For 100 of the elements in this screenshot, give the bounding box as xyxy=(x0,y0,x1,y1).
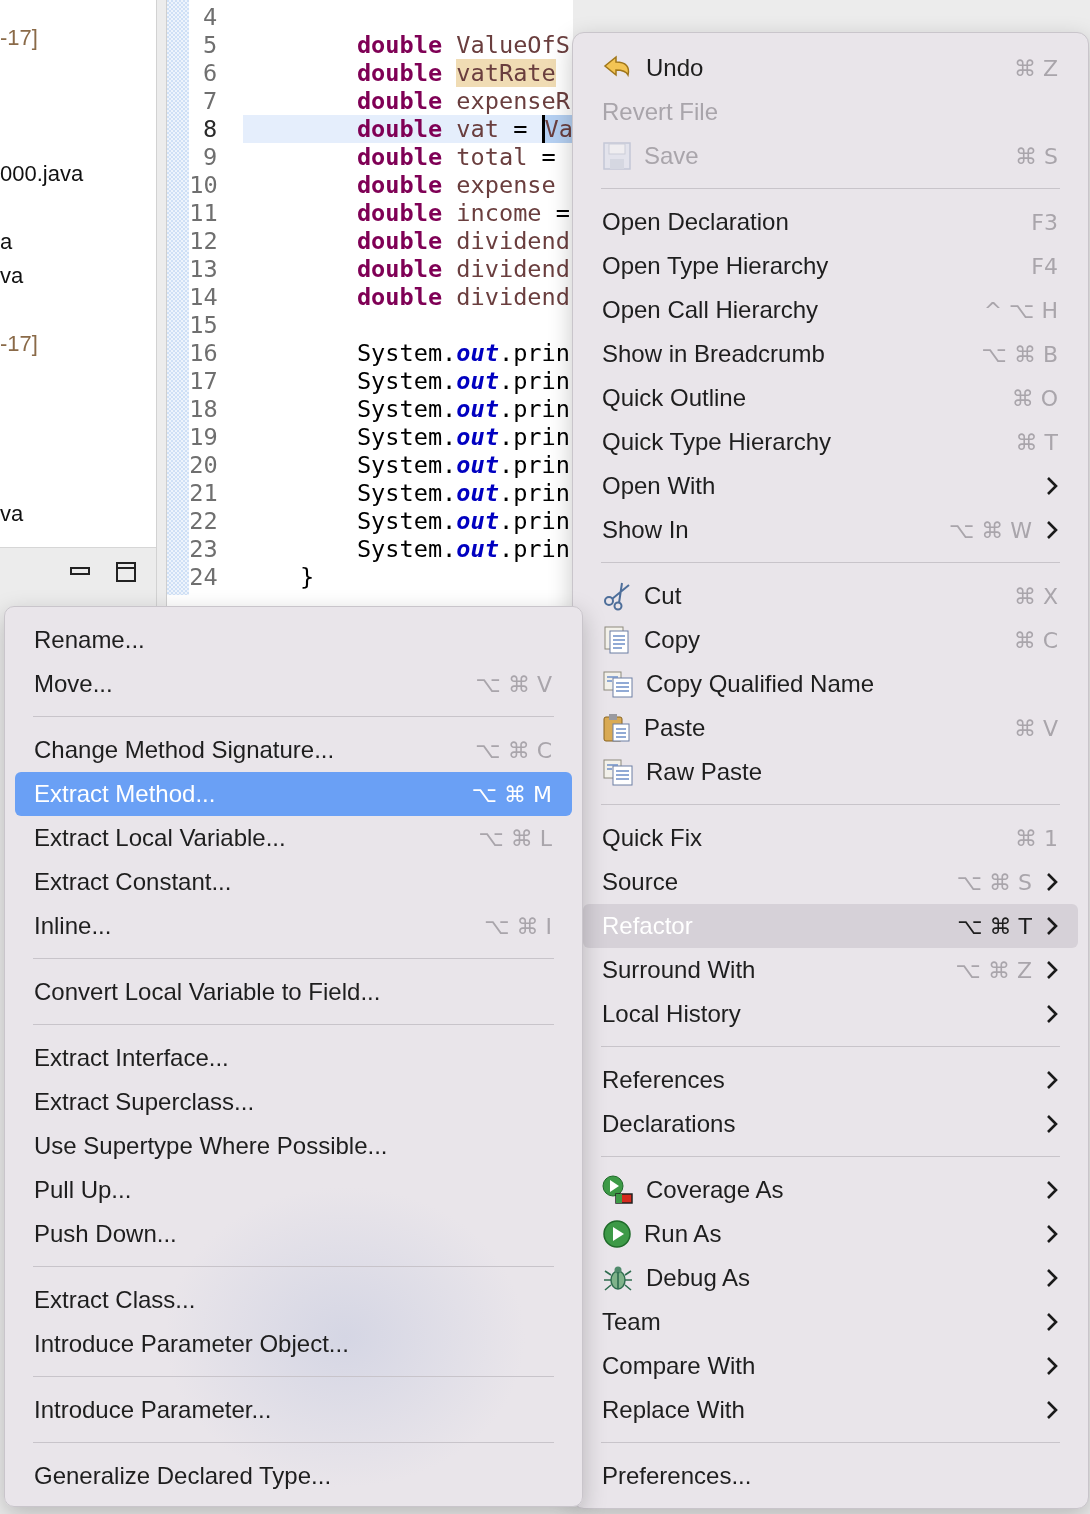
line-number: 19 xyxy=(189,423,218,451)
menu-item[interactable]: Team xyxy=(583,1300,1078,1344)
line-number: 17 xyxy=(189,367,218,395)
menu-item[interactable]: Convert Local Variable to Field... xyxy=(15,970,572,1014)
code-line: System.out.prin xyxy=(355,479,570,507)
tree-item[interactable]: -17] xyxy=(0,327,38,361)
code-line: System.out.prin xyxy=(355,395,570,423)
line-number: 9 xyxy=(202,143,218,171)
menu-item[interactable]: Open Declaration F3 xyxy=(583,200,1078,244)
menu-item[interactable]: Move... ⌥ ⌘ V xyxy=(15,662,572,706)
menu-item[interactable]: Compare With xyxy=(583,1344,1078,1388)
menu-item[interactable]: Cut ⌘ X xyxy=(583,574,1078,618)
tree-item[interactable]: -17] xyxy=(0,21,38,55)
menu-item[interactable]: Extract Constant... xyxy=(15,860,572,904)
menu-item[interactable]: Quick Fix ⌘ 1 xyxy=(583,816,1078,860)
shortcut-text: ⌥ ⌘ M xyxy=(471,781,552,807)
menu-item[interactable]: Open Call Hierarchy ^ ⌥ H xyxy=(583,288,1078,332)
line-number: 8 xyxy=(202,115,218,143)
menu-item[interactable]: Copy Qualified Name xyxy=(583,662,1078,706)
menu-item[interactable]: Quick Type Hierarchy ⌘ T xyxy=(583,420,1078,464)
line-number: 16 xyxy=(189,339,218,367)
menu-item[interactable]: Inline... ⌥ ⌘ I xyxy=(15,904,572,948)
menu-item[interactable]: Paste ⌘ V xyxy=(583,706,1078,750)
shortcut-text: F3 xyxy=(1031,209,1058,235)
menu-item[interactable]: Replace With xyxy=(583,1388,1078,1432)
line-number: 12 xyxy=(189,227,218,255)
menu-item[interactable]: Open Type Hierarchy F4 xyxy=(583,244,1078,288)
menu-item[interactable]: Rename... xyxy=(15,618,572,662)
menu-item[interactable]: Extract Superclass... xyxy=(15,1080,572,1124)
code-line: System.out.prin xyxy=(355,507,570,535)
menu-item[interactable]: Extract Interface... xyxy=(15,1036,572,1080)
scissors-icon xyxy=(602,581,632,611)
menu-item[interactable]: Extract Class... xyxy=(15,1278,572,1322)
menu-item[interactable]: Introduce Parameter Object... xyxy=(15,1322,572,1366)
menu-item[interactable]: Show in Breadcrumb ⌥ ⌘ B xyxy=(583,332,1078,376)
line-number: 22 xyxy=(189,507,218,535)
code-line: System.out.prin xyxy=(355,535,570,563)
shortcut-text: ⌥ ⌘ C xyxy=(475,737,552,763)
maximize-icon[interactable] xyxy=(116,562,136,582)
tree-item[interactable]: a xyxy=(0,225,13,259)
coverage-run-icon xyxy=(602,1175,634,1205)
line-number: 13 xyxy=(189,255,218,283)
menu-item[interactable]: Quick Outline ⌘ O xyxy=(583,376,1078,420)
shortcut-text: F4 xyxy=(1031,253,1058,279)
line-number: 11 xyxy=(189,199,218,227)
shortcut-text: ⌥ ⌘ S xyxy=(956,869,1032,895)
code-line: double vatRate xyxy=(355,59,556,87)
documents-icon xyxy=(602,757,634,787)
line-number: 6 xyxy=(202,59,218,87)
line-number: 7 xyxy=(202,87,218,115)
menu-item[interactable]: Show In ⌥ ⌘ W xyxy=(583,508,1078,552)
shortcut-text: ⌘ X xyxy=(1013,583,1058,609)
menu-item[interactable]: Preferences... xyxy=(583,1454,1078,1498)
code-line: System.out.prin xyxy=(355,423,570,451)
menu-item[interactable]: Copy ⌘ C xyxy=(583,618,1078,662)
menu-item[interactable]: Undo ⌘ Z xyxy=(583,46,1078,90)
code-line: double income = xyxy=(355,199,570,227)
menu-item[interactable]: Debug As xyxy=(583,1256,1078,1300)
menu-item[interactable]: Use Supertype Where Possible... xyxy=(15,1124,572,1168)
code-line: double dividend xyxy=(355,227,570,255)
code-line: double expense xyxy=(355,171,556,199)
menu-item[interactable]: Open With xyxy=(583,464,1078,508)
menu-item[interactable]: Local History xyxy=(583,992,1078,1036)
shortcut-text: ⌘ O xyxy=(1011,385,1058,411)
tree-item[interactable]: va xyxy=(0,259,24,293)
tree-item[interactable]: 000.java xyxy=(0,157,84,191)
shortcut-text: ⌥ ⌘ I xyxy=(484,913,552,939)
code-line: double total = xyxy=(355,143,556,171)
menu-item[interactable]: Change Method Signature... ⌥ ⌘ C xyxy=(15,728,572,772)
code-line: double ValueOfS xyxy=(355,31,570,59)
minimize-icon[interactable] xyxy=(70,567,90,577)
shortcut-text: ⌘ S xyxy=(1015,143,1058,169)
menu-item[interactable]: Generalize Declared Type... xyxy=(15,1454,572,1498)
menu-item[interactable]: Surround With ⌥ ⌘ Z xyxy=(583,948,1078,992)
code-line: double dividend xyxy=(355,283,570,311)
line-number: 18 xyxy=(189,395,218,423)
menu-item[interactable]: Pull Up... xyxy=(15,1168,572,1212)
menu-item[interactable]: Coverage As xyxy=(583,1168,1078,1212)
code-line: double expenseR xyxy=(355,87,570,115)
shortcut-text: ⌘ C xyxy=(1013,627,1058,653)
shortcut-text: ⌥ ⌘ T xyxy=(957,913,1032,939)
menu-item[interactable]: Push Down... xyxy=(15,1212,572,1256)
line-number: 23 xyxy=(189,535,218,563)
code-line: double dividend xyxy=(355,255,570,283)
line-number: 21 xyxy=(189,479,218,507)
line-number: 20 xyxy=(189,451,218,479)
line-number: 5 xyxy=(202,31,218,59)
shortcut-text: ⌥ ⌘ Z xyxy=(955,957,1032,983)
menu-item[interactable]: Raw Paste xyxy=(583,750,1078,794)
menu-item[interactable]: Introduce Parameter... xyxy=(15,1388,572,1432)
code-line: System.out.prin xyxy=(355,367,570,395)
shortcut-text: ⌥ ⌘ B xyxy=(981,341,1058,367)
menu-item[interactable]: Extract Local Variable... ⌥ ⌘ L xyxy=(15,816,572,860)
menu-item[interactable]: References xyxy=(583,1058,1078,1102)
shortcut-text: ⌘ V xyxy=(1013,715,1058,741)
menu-item[interactable]: Declarations xyxy=(583,1102,1078,1146)
documents-icon xyxy=(602,669,634,699)
menu-item[interactable]: Run As xyxy=(583,1212,1078,1256)
tree-item[interactable]: va xyxy=(0,497,24,531)
menu-item[interactable]: Source ⌥ ⌘ S xyxy=(583,860,1078,904)
